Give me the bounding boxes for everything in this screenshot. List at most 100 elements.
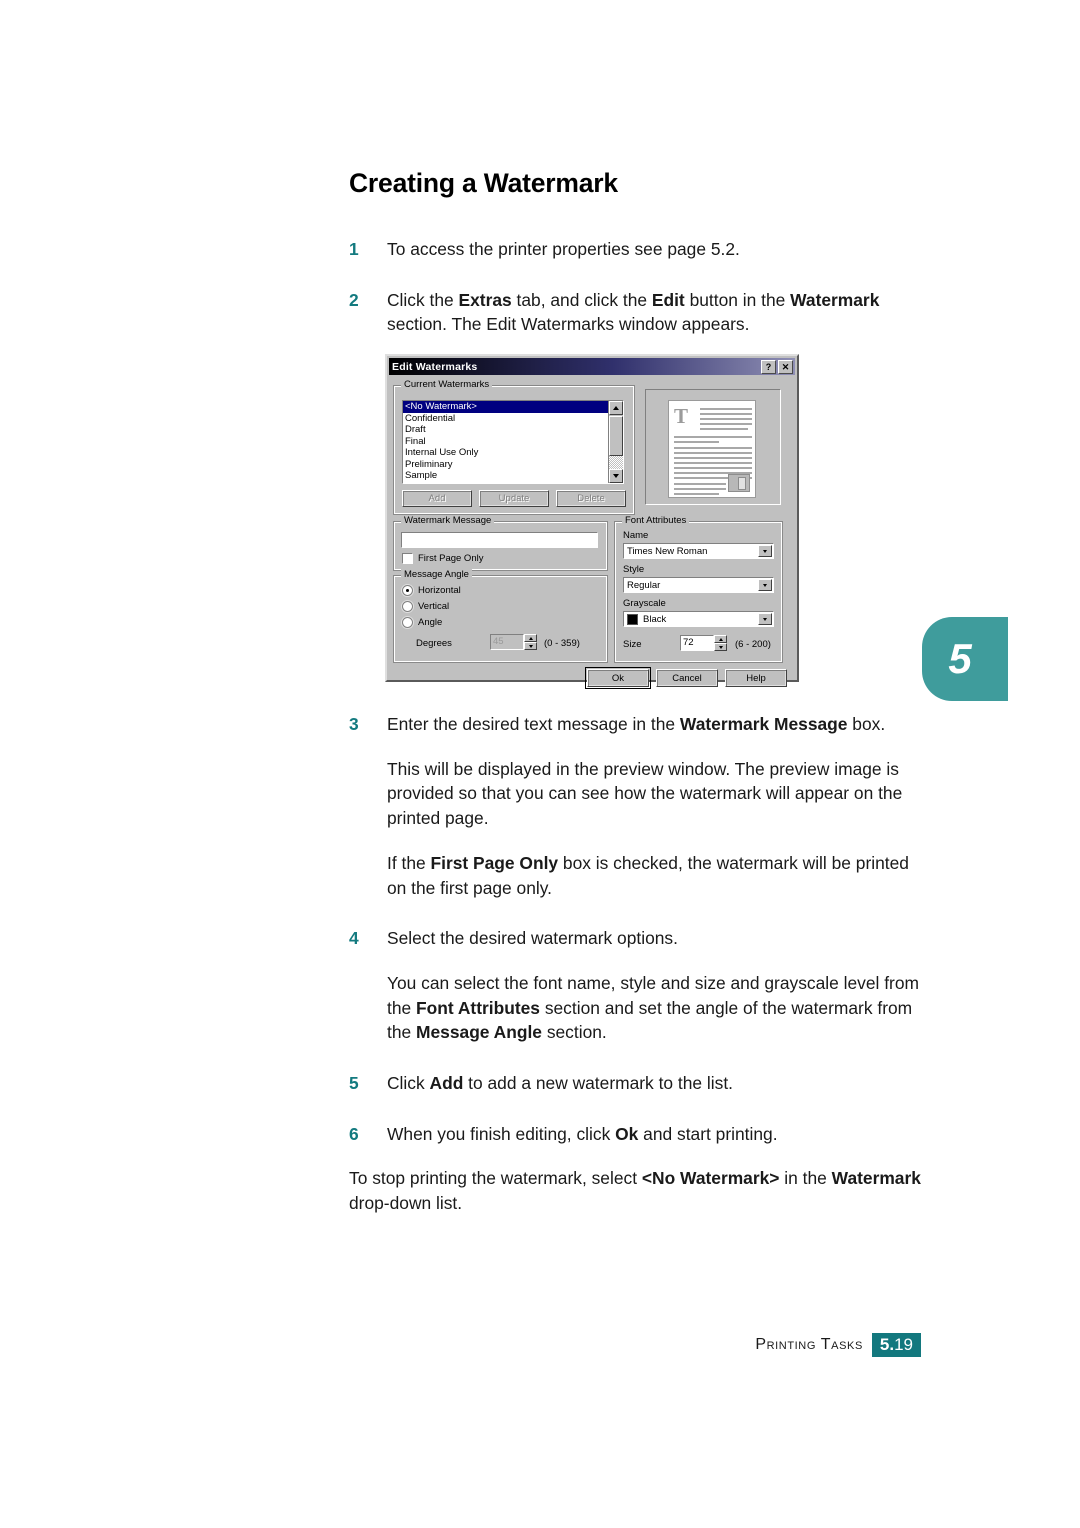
spinner-down-icon[interactable] (714, 643, 727, 651)
dialog-titlebar[interactable]: Edit Watermarks ? ✕ (389, 358, 795, 375)
close-icon[interactable]: ✕ (778, 359, 793, 374)
step-5-text: Click Add to add a new watermark to the … (387, 1073, 734, 1094)
help-button[interactable]: Help (725, 669, 787, 687)
watermark-list-scrollbar[interactable] (608, 401, 623, 483)
document-page: Creating a Watermark 1 To access the pri… (0, 0, 1080, 1528)
dialog-title: Edit Watermarks (392, 360, 478, 373)
grayscale-combo[interactable]: Black (623, 611, 774, 627)
radio-vertical-label: Vertical (418, 601, 450, 612)
step-5: 5 Click Add to add a new watermark to th… (349, 1071, 921, 1096)
font-style-value: Regular (627, 579, 661, 591)
list-item[interactable]: Internal Use Only (403, 447, 608, 459)
degrees-input[interactable]: 45 (490, 634, 524, 650)
radio-vertical-icon[interactable] (402, 601, 413, 612)
grayscale-swatch-icon (627, 613, 638, 625)
footer-page-number: 5.19 (871, 1333, 921, 1357)
step-4: 4 Select the desired watermark options. (349, 926, 921, 951)
watermark-message-legend: Watermark Message (401, 515, 495, 526)
current-watermarks-legend: Current Watermarks (401, 379, 493, 390)
chevron-down-icon[interactable] (758, 613, 772, 625)
step-1-number: 1 (349, 239, 359, 259)
step-3-text: Enter the desired text message in the Wa… (387, 714, 886, 734)
spinner-up-icon[interactable] (524, 634, 537, 642)
font-attributes-legend: Font Attributes (622, 515, 690, 526)
step-3-number: 3 (349, 714, 359, 734)
step-3-paragraph-1: This will be displayed in the preview wi… (387, 758, 903, 829)
preview-page: T (668, 400, 756, 498)
step-4-text: Select the desired watermark options. (387, 928, 678, 949)
footer-label: Printing Tasks (755, 1336, 863, 1353)
font-name-combo[interactable]: Times New Roman (623, 543, 774, 559)
edit-watermarks-dialog[interactable]: Edit Watermarks ? ✕ Current Watermarks <… (385, 354, 799, 689)
chevron-down-icon[interactable] (758, 579, 772, 591)
font-name-value: Times New Roman (627, 545, 708, 557)
size-stepper[interactable]: 72 (680, 635, 727, 651)
first-page-only-checkbox[interactable] (402, 553, 413, 564)
add-button[interactable]: Add (402, 490, 472, 507)
chevron-down-icon[interactable] (758, 545, 772, 557)
radio-angle[interactable]: Angle (402, 617, 442, 628)
size-input[interactable]: 72 (680, 635, 714, 651)
watermark-message-input[interactable] (401, 532, 598, 548)
font-style-label: Style (623, 564, 645, 575)
size-range: (6 - 200) (735, 639, 771, 650)
radio-angle-icon[interactable] (402, 617, 413, 628)
step-2: 2 Click the Extras tab, and click the Ed… (349, 288, 921, 337)
degrees-spin-buttons[interactable] (524, 634, 537, 650)
closing-paragraph: To stop printing the watermark, select <… (349, 1168, 921, 1214)
list-item[interactable]: Confidential (403, 413, 608, 425)
page-footer: Printing Tasks 5.19 (0, 1333, 921, 1357)
page-content-lower: 3 Enter the desired text message in the … (349, 712, 921, 1242)
scrollbar-thumb[interactable] (609, 416, 623, 456)
watermark-message-group: Watermark Message First Page Only (393, 515, 608, 571)
font-attributes-group: Font Attributes Name Times New Roman Sty… (614, 515, 783, 663)
radio-horizontal-icon[interactable] (402, 585, 413, 596)
watermark-list-items: <No Watermark> Confidential Draft Final … (403, 401, 608, 482)
spinner-down-icon[interactable] (524, 642, 537, 650)
step-5-number: 5 (349, 1073, 359, 1094)
scrollbar-track[interactable] (609, 456, 623, 469)
step-4-paragraph-1: You can select the font name, style and … (387, 972, 920, 1043)
step-2-number: 2 (349, 289, 359, 310)
first-page-only-row[interactable]: First Page Only (402, 553, 483, 564)
scroll-up-icon[interactable] (609, 401, 623, 415)
watermark-preview-panel: T (645, 389, 781, 505)
chapter-tab: 5 (922, 617, 1008, 701)
list-item[interactable]: <No Watermark> (403, 401, 608, 413)
scroll-down-icon[interactable] (609, 469, 623, 483)
degrees-stepper[interactable]: 45 (490, 634, 537, 650)
step-2-text: Click the Extras tab, and click the Edit… (387, 289, 880, 335)
dialog-body: Current Watermarks <No Watermark> Confid… (387, 375, 797, 689)
degrees-range: (0 - 359) (544, 638, 580, 649)
radio-horizontal[interactable]: Horizontal (402, 585, 461, 596)
update-button[interactable]: Update (479, 490, 549, 507)
size-spin-buttons[interactable] (714, 635, 727, 651)
message-angle-group: Message Angle Horizontal Vertical Angle … (393, 569, 608, 663)
grayscale-label: Grayscale (623, 598, 666, 609)
help-icon[interactable]: ? (761, 359, 776, 374)
degrees-label: Degrees (416, 638, 452, 649)
preview-image-placeholder (728, 474, 750, 492)
size-label: Size (623, 639, 642, 650)
preview-dropcap: T (674, 404, 689, 428)
font-style-combo[interactable]: Regular (623, 577, 774, 593)
cancel-button[interactable]: Cancel (656, 669, 718, 687)
font-name-label: Name (623, 530, 649, 541)
step-3-paragraph-2: If the First Page Only box is checked, t… (387, 852, 909, 898)
list-item[interactable]: Final (403, 436, 608, 448)
grayscale-value: Black (643, 613, 667, 625)
list-item[interactable]: Sample (403, 470, 608, 482)
watermark-listbox[interactable]: <No Watermark> Confidential Draft Final … (402, 400, 624, 484)
step-1: 1 To access the printer properties see p… (349, 237, 921, 262)
step-4-number: 4 (349, 928, 359, 949)
delete-button[interactable]: Delete (556, 490, 626, 507)
radio-vertical[interactable]: Vertical (402, 601, 449, 612)
step-3: 3 Enter the desired text message in the … (349, 712, 921, 737)
page-content: Creating a Watermark 1 To access the pri… (349, 168, 921, 363)
list-item[interactable]: Draft (403, 424, 608, 436)
step-6-number: 6 (349, 1123, 359, 1144)
list-item[interactable]: Preliminary (403, 459, 608, 471)
ok-button[interactable]: Ok (585, 667, 651, 689)
page-title: Creating a Watermark (349, 168, 618, 198)
spinner-up-icon[interactable] (714, 635, 727, 643)
